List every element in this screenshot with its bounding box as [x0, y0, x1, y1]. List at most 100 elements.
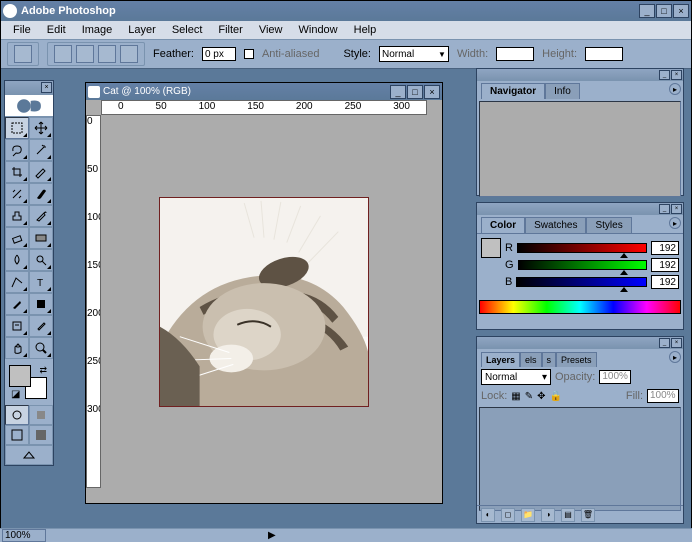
image-cat[interactable] — [159, 197, 369, 407]
tool-wand[interactable] — [29, 139, 53, 161]
tool-pen[interactable] — [5, 293, 29, 315]
blend-mode-dropdown[interactable]: Normal — [481, 369, 551, 385]
tab-navigator[interactable]: Navigator — [481, 83, 545, 99]
tool-brush[interactable] — [29, 183, 53, 205]
doc-maximize[interactable]: □ — [407, 85, 423, 99]
zoom-field[interactable]: 100% — [2, 529, 46, 542]
layer-list[interactable] — [479, 407, 681, 511]
swap-colors-icon[interactable]: ⇄ — [39, 365, 47, 376]
slider-R[interactable] — [517, 243, 647, 253]
tab-color[interactable]: Color — [481, 217, 525, 233]
default-colors-icon[interactable]: ◪ — [11, 389, 21, 399]
antialias-checkbox[interactable] — [244, 49, 254, 59]
tool-history[interactable] — [29, 205, 53, 227]
standard-mode-button[interactable] — [5, 405, 29, 425]
color-minimize[interactable]: _ — [659, 204, 670, 214]
lock-move-icon[interactable]: ✥ — [537, 391, 545, 402]
menu-window[interactable]: Window — [291, 22, 346, 38]
tool-shape[interactable] — [29, 293, 53, 315]
tool-marquee[interactable] — [5, 117, 29, 139]
tool-preset-picker[interactable] — [14, 45, 32, 63]
tool-eraser[interactable] — [5, 227, 29, 249]
menu-layer[interactable]: Layer — [120, 22, 164, 38]
tool-zoom[interactable] — [29, 337, 53, 359]
layers-flyout[interactable]: ▸ — [669, 351, 681, 363]
menu-select[interactable]: Select — [164, 22, 211, 38]
doc-close[interactable]: × — [424, 85, 440, 99]
tool-crop[interactable] — [5, 161, 29, 183]
layers-close[interactable]: × — [671, 338, 682, 348]
menu-help[interactable]: Help — [346, 22, 385, 38]
layer-mask-icon[interactable]: ◻ — [501, 508, 515, 522]
tab-info[interactable]: Info — [545, 83, 580, 99]
menu-view[interactable]: View — [251, 22, 291, 38]
tool-move[interactable] — [29, 117, 53, 139]
color-flyout[interactable]: ▸ — [669, 217, 681, 229]
tool-type[interactable]: T — [29, 271, 53, 293]
tool-hand[interactable] — [5, 337, 29, 359]
menu-file[interactable]: File — [5, 22, 39, 38]
tab-styles[interactable]: Styles — [586, 217, 631, 233]
lock-all-icon[interactable]: 🔒 — [550, 391, 562, 402]
selmode-add[interactable] — [76, 45, 94, 63]
slider-B[interactable] — [516, 277, 647, 287]
tool-blur[interactable] — [5, 249, 29, 271]
value-G[interactable] — [651, 258, 679, 272]
tab-swatches[interactable]: Swatches — [525, 217, 586, 233]
quickmask-mode-button[interactable] — [29, 405, 53, 425]
fg-color-swatch[interactable] — [9, 365, 31, 387]
layer-style-icon[interactable]: ◐ — [481, 508, 495, 522]
tool-eyedrop[interactable] — [29, 315, 53, 337]
tab-layers[interactable]: Layers — [481, 352, 520, 367]
canvas-area[interactable] — [101, 115, 427, 488]
layer-set-icon[interactable]: 📁 — [521, 508, 535, 522]
tool-gradient[interactable] — [29, 227, 53, 249]
fill-value[interactable]: 100% — [647, 389, 679, 403]
tab-presets[interactable]: Presets — [556, 352, 597, 367]
close-button[interactable]: × — [673, 4, 689, 18]
nav-close[interactable]: × — [671, 70, 682, 80]
feather-input[interactable] — [202, 47, 236, 61]
nav-flyout[interactable]: ▸ — [669, 83, 681, 95]
layers-minimize[interactable]: _ — [659, 338, 670, 348]
screen-mode-2[interactable] — [29, 425, 53, 445]
delete-layer-icon[interactable]: 🗑 — [581, 508, 595, 522]
style-dropdown[interactable]: Normal — [379, 46, 449, 62]
value-B[interactable] — [651, 275, 679, 289]
minimize-button[interactable]: _ — [639, 4, 655, 18]
selmode-int[interactable] — [120, 45, 138, 63]
ruler-vertical[interactable]: 050100150200250300 — [86, 115, 101, 488]
tool-path[interactable] — [5, 271, 29, 293]
nav-preview[interactable] — [479, 101, 681, 197]
tool-lasso[interactable] — [5, 139, 29, 161]
tab-paths[interactable]: s — [542, 352, 557, 367]
screen-mode-3[interactable] — [5, 445, 53, 465]
tool-heal[interactable] — [5, 183, 29, 205]
toolbox-close[interactable]: × — [41, 82, 52, 93]
maximize-button[interactable]: □ — [656, 4, 672, 18]
opacity-value[interactable]: 100% — [599, 370, 631, 384]
menu-edit[interactable]: Edit — [39, 22, 74, 38]
color-spectrum[interactable] — [479, 300, 681, 314]
new-layer-icon[interactable]: ▤ — [561, 508, 575, 522]
tool-stamp[interactable] — [5, 205, 29, 227]
lock-transparent-icon[interactable]: ▦ — [511, 391, 520, 402]
status-flyout-icon[interactable]: ▶ — [268, 530, 276, 541]
color-close[interactable]: × — [671, 204, 682, 214]
selmode-new[interactable] — [54, 45, 72, 63]
screen-mode-1[interactable] — [5, 425, 29, 445]
adjustment-layer-icon[interactable]: ◑ — [541, 508, 555, 522]
ruler-horizontal[interactable]: 050100150200250300 — [101, 100, 427, 115]
nav-minimize[interactable]: _ — [659, 70, 670, 80]
color-current-swatch[interactable] — [481, 238, 501, 258]
tab-channels[interactable]: els — [520, 352, 542, 367]
tool-slice[interactable] — [29, 161, 53, 183]
lock-paint-icon[interactable]: ✎ — [525, 391, 533, 402]
menu-filter[interactable]: Filter — [210, 22, 250, 38]
tool-notes[interactable] — [5, 315, 29, 337]
doc-minimize[interactable]: _ — [390, 85, 406, 99]
slider-G[interactable] — [518, 260, 647, 270]
selmode-sub[interactable] — [98, 45, 116, 63]
menu-image[interactable]: Image — [74, 22, 121, 38]
value-R[interactable] — [651, 241, 679, 255]
